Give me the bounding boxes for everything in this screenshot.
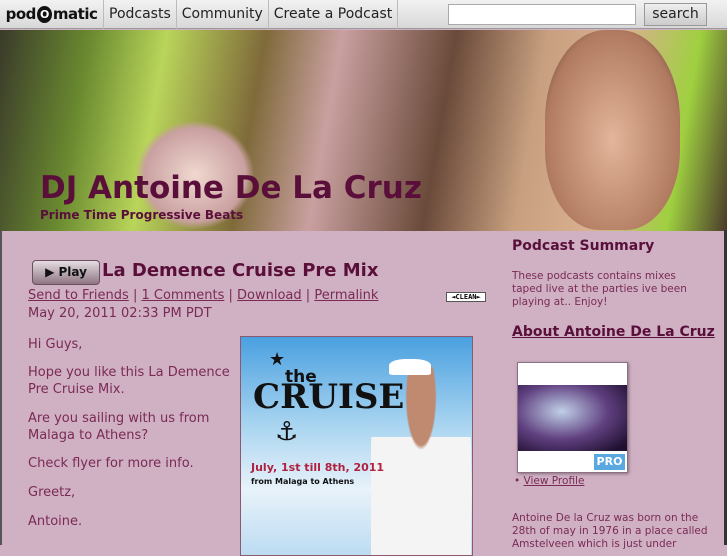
post-paragraph: Greetz, xyxy=(28,485,76,500)
send-to-friends-link[interactable]: Send to Friends xyxy=(28,288,129,303)
podomatic-logo[interactable]: pod Omatic xyxy=(0,0,104,29)
separator: | xyxy=(305,288,311,303)
episode-title[interactable]: La Demence Cruise Pre Mix xyxy=(102,260,378,281)
anchor-icon: ⚓ xyxy=(275,417,299,447)
play-button[interactable]: ▶ Play xyxy=(32,260,100,285)
summary-text: These podcasts contains mixes taped live… xyxy=(512,270,687,308)
separator: | xyxy=(132,288,138,303)
search-input[interactable] xyxy=(448,4,636,25)
play-label: Play xyxy=(58,265,87,279)
profile-image[interactable]: PRO xyxy=(517,362,628,473)
post-paragraph: Hi Guys, xyxy=(28,337,83,352)
profile-photo xyxy=(518,385,627,451)
bio-text: Antoine De la Cruz was born on the 28th … xyxy=(512,512,708,550)
clean-badge: ◄CLEAN► xyxy=(446,292,486,302)
separator: | xyxy=(228,288,233,303)
post-paragraph: Antoine. xyxy=(28,514,83,529)
view-profile-link[interactable]: View Profile xyxy=(524,475,585,487)
podcast-title: DJ Antoine De La Cruz xyxy=(40,170,422,206)
comments-link[interactable]: 1 Comments xyxy=(141,288,224,303)
clean-label: CLEAN xyxy=(455,293,477,301)
left-border xyxy=(0,230,2,545)
view-profile-item: • View Profile xyxy=(514,475,585,487)
about-heading-link[interactable]: About Antoine De La Cruz xyxy=(512,324,715,340)
flyer-dates: July, 1st till 8th, 2011 xyxy=(251,461,385,474)
post-paragraph: Hope you like this La Demence Pre Cruise… xyxy=(28,365,230,397)
pro-badge: PRO xyxy=(594,454,625,470)
search-button[interactable]: search xyxy=(644,3,707,26)
episode-date: May 20, 2011 02:33 PM PDT xyxy=(28,306,212,321)
post-paragraph: Check flyer for more info. xyxy=(28,456,194,471)
banner-photo-face xyxy=(545,30,680,230)
flyer-route: from Malaga to Athens xyxy=(251,477,355,486)
episode-links: Send to Friends | 1 Comments | Download … xyxy=(28,288,378,303)
flyer-cruise: CRUISE xyxy=(253,377,405,417)
podcast-subtitle: Prime Time Progressive Beats xyxy=(40,208,244,222)
nav-podcasts[interactable]: Podcasts xyxy=(104,0,177,29)
top-nav-bar: pod Omatic Podcasts Community Create a Po… xyxy=(0,0,727,29)
nav-create-podcast[interactable]: Create a Podcast xyxy=(269,0,399,29)
summary-heading: Podcast Summary xyxy=(512,238,655,254)
post-paragraph: Are you sailing with us from Malaga to A… xyxy=(28,411,210,443)
flyer-cruise-text: RUISE xyxy=(280,377,405,417)
download-link[interactable]: Download xyxy=(237,288,302,303)
permalink-link[interactable]: Permalink xyxy=(314,288,378,303)
cruise-flyer-image: ★ the CRUISE ⚓ July, 1st till 8th, 2011 … xyxy=(240,336,473,556)
flyer-sailor-hat xyxy=(389,359,431,375)
header-banner: DJ Antoine De La Cruz Prime Time Progres… xyxy=(0,30,727,231)
star-icon: ★ xyxy=(269,349,286,370)
nav-community[interactable]: Community xyxy=(177,0,269,29)
